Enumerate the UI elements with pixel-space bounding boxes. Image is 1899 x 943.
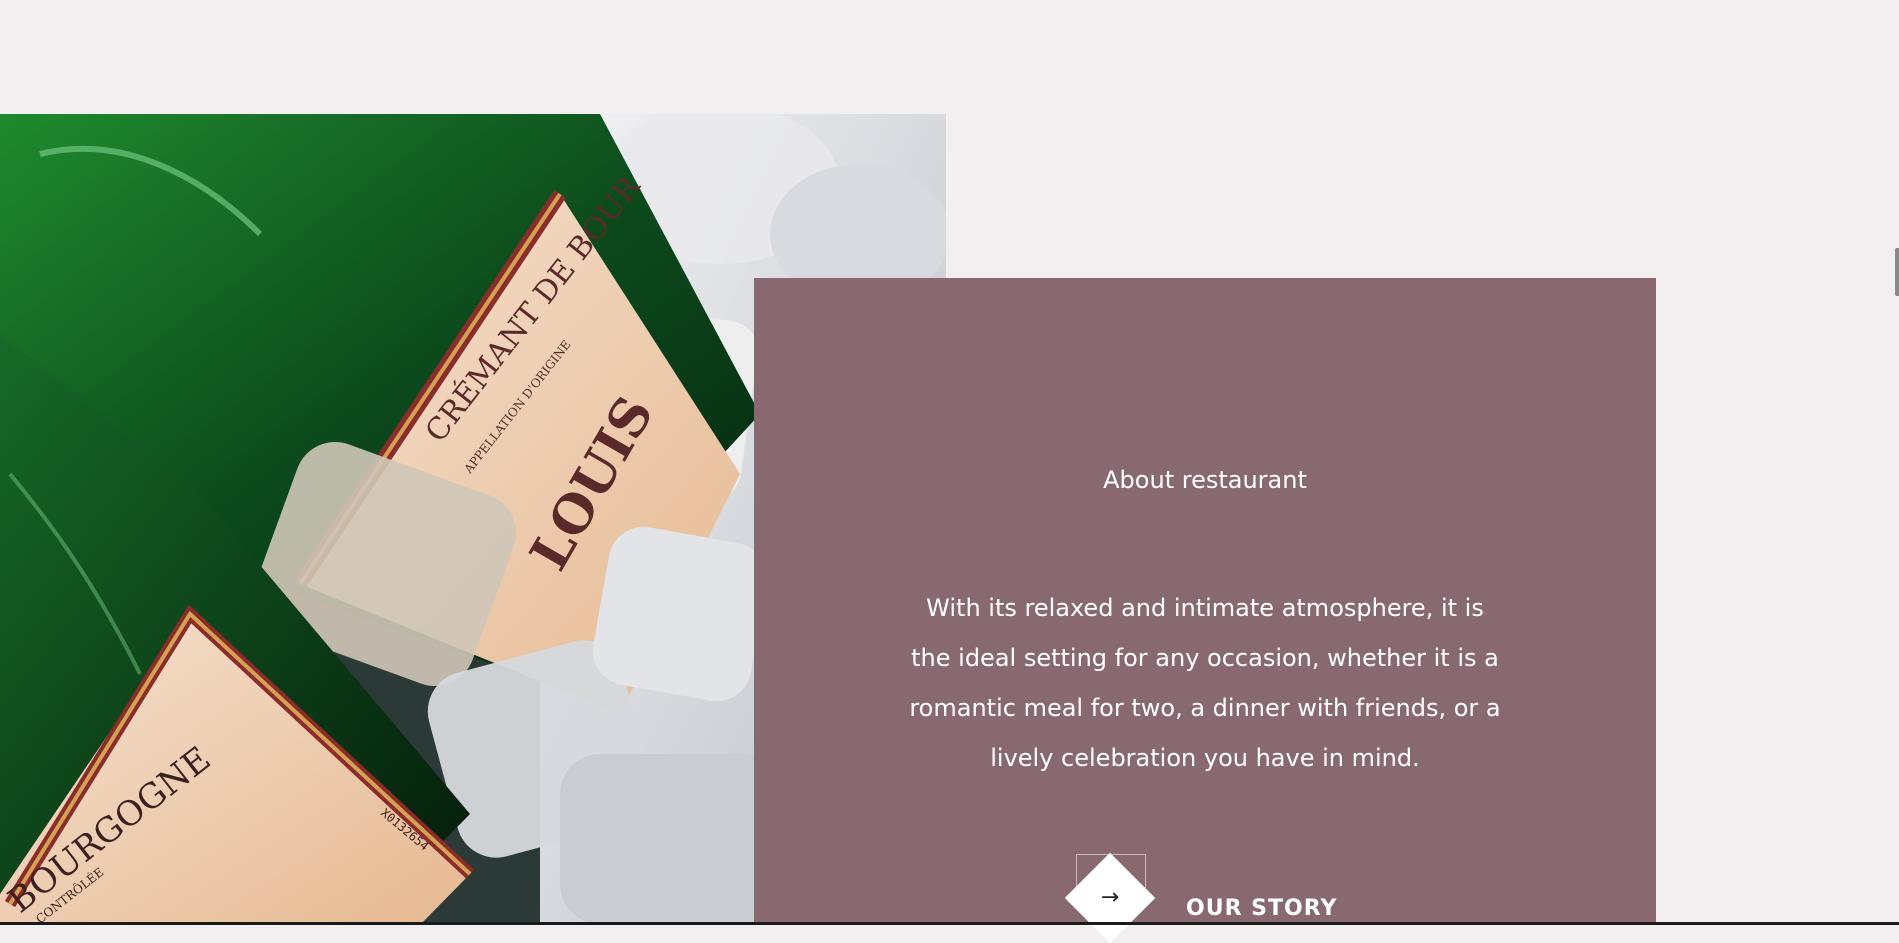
arrow-right-icon: → <box>1100 885 1120 910</box>
our-story-label: OUR STORY <box>1186 895 1338 921</box>
about-card: About restaurant With its relaxed and in… <box>754 278 1656 943</box>
scrollbar-thumb[interactable] <box>1895 248 1899 296</box>
our-story-button[interactable]: → OUR STORY <box>1052 852 1338 943</box>
about-description: With its relaxed and intimate atmosphere… <box>909 594 1501 772</box>
about-eyebrow: About restaurant <box>1103 466 1307 494</box>
